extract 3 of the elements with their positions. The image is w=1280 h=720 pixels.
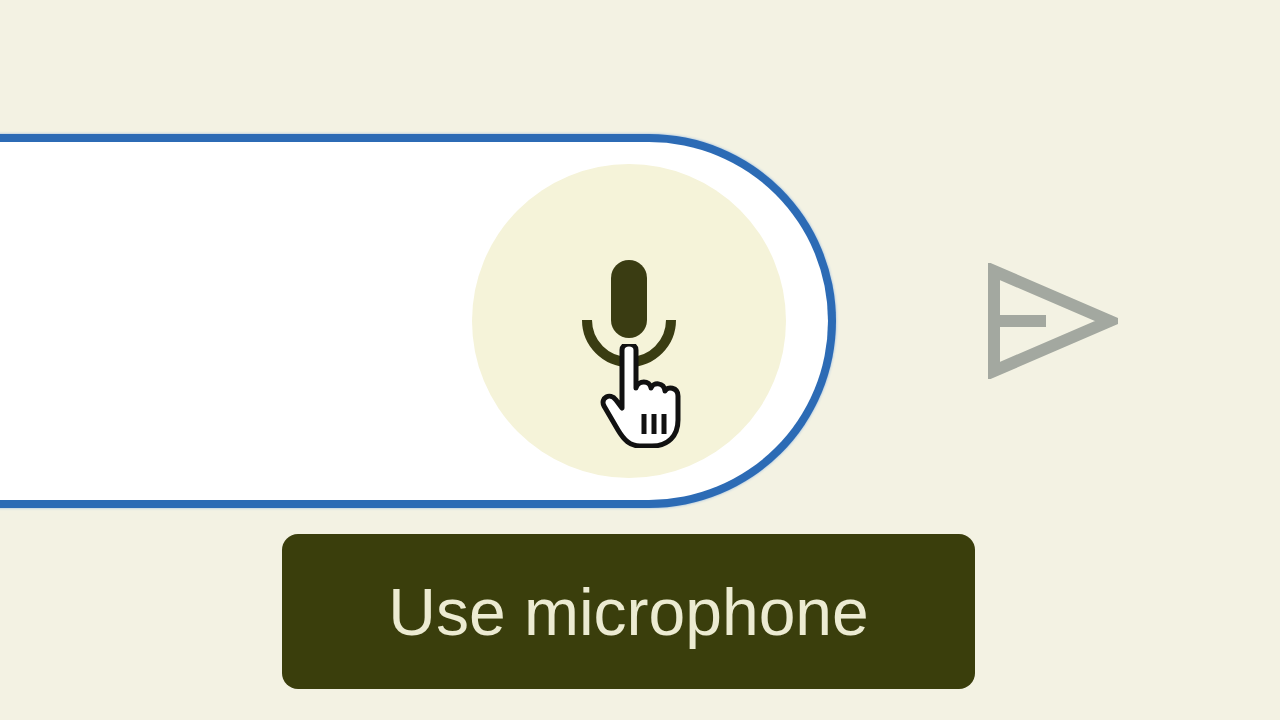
send-icon bbox=[986, 263, 1118, 379]
message-field[interactable] bbox=[0, 134, 836, 508]
tooltip: Use microphone bbox=[282, 534, 975, 689]
